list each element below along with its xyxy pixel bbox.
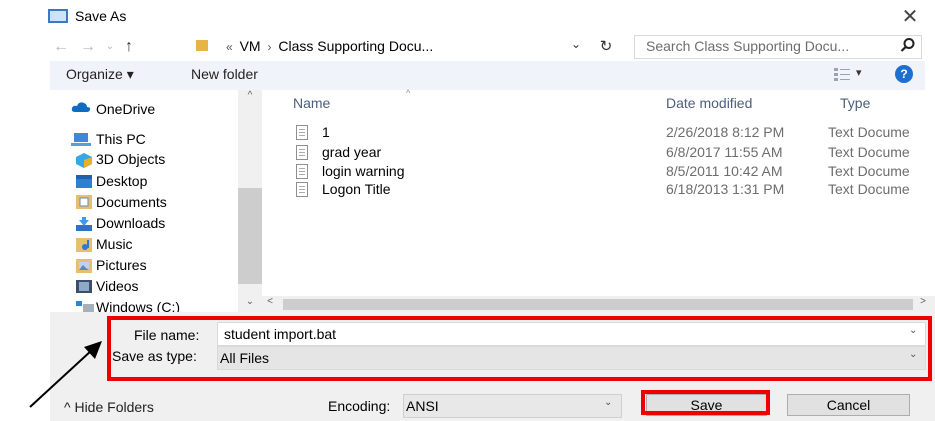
recent-locations-icon[interactable]: ⌄ [103,34,117,60]
onedrive-icon [71,102,91,112]
file-date: 8/5/2011 10:42 AM [666,163,783,179]
file-name: grad year [322,144,382,160]
sidebar-scrollbar-thumb[interactable] [238,188,262,284]
text-file-icon [296,145,308,160]
breadcrumb: « VM › Class Supporting Docu... [226,38,436,54]
sidebar-item-music[interactable]: Music [96,236,133,252]
file-date: 2/26/2018 8:12 PM [666,124,785,140]
folder-icon [196,40,208,51]
column-header-name[interactable]: Name [293,95,330,111]
sidebar-scroll-down-icon[interactable]: ⌄ [238,296,262,312]
file-type: Text Docume [828,144,910,160]
search-icon[interactable] [900,37,916,53]
window-title: Save As [75,8,127,24]
sidebar-item-desktop[interactable]: Desktop [96,173,147,189]
objects-3d-icon [76,153,92,168]
sidebar-item-pictures[interactable]: Pictures [96,257,147,273]
text-file-icon [296,125,308,140]
column-header-date-modified[interactable]: Date modified [666,95,752,111]
breadcrumb-item-class-supporting[interactable]: Class Supporting Docu... [278,38,433,54]
file-row[interactable]: Logon Title 6/18/2013 1:31 PM Text Docum… [296,181,926,201]
text-file-icon [296,164,308,179]
annotation-arrow-icon [29,341,102,408]
breadcrumb-overflow[interactable]: « [226,40,233,54]
encoding-select[interactable]: ANSI [403,394,622,418]
pictures-icon [76,259,92,273]
sidebar-item-downloads[interactable]: Downloads [96,215,165,231]
fields-highlight-box [107,316,932,381]
new-folder-button[interactable]: New folder [191,66,258,82]
sidebar-item-videos[interactable]: Videos [96,278,139,294]
pc-icon [71,133,91,146]
horizontal-scrollbar-thumb[interactable] [283,299,913,310]
file-date: 6/8/2017 11:55 AM [666,144,783,160]
file-row[interactable]: grad year 6/8/2017 11:55 AM Text Docume [296,144,926,164]
sidebar-item-windows-c[interactable]: Windows (C:) [96,299,180,312]
file-type: Text Docume [828,124,910,140]
desktop-icon [76,175,92,188]
up-arrow-icon[interactable]: ↑ [120,34,138,60]
text-file-icon [296,182,308,197]
encoding-dropdown-icon[interactable]: ⌄ [604,397,612,408]
file-type: Text Docume [828,181,910,197]
help-icon[interactable]: ? [895,65,913,83]
encoding-label: Encoding: [328,398,391,414]
save-highlight-box [641,390,770,415]
file-name: login warning [322,163,405,179]
downloads-icon [76,217,92,231]
breadcrumb-item-vm[interactable]: VM [240,38,261,54]
file-type: Text Docume [828,163,910,179]
file-name: 1 [322,124,330,140]
cancel-button[interactable]: Cancel [787,394,910,416]
sort-ascending-icon: ^ [406,88,411,98]
view-dropdown-icon[interactable]: ▾ [856,66,862,79]
refresh-icon[interactable]: ↻ [595,35,617,59]
command-toolbar [50,61,925,90]
file-date: 6/18/2013 1:31 PM [666,181,785,197]
scroll-right-icon[interactable]: > [915,296,931,312]
scroll-left-icon[interactable]: < [262,296,278,312]
address-dropdown-icon[interactable]: ⌄ [571,37,581,51]
organize-button[interactable]: Organize ▾ [66,66,134,83]
file-row[interactable]: 1 2/26/2018 8:12 PM Text Docume [296,124,926,144]
sidebar-scroll-up-icon[interactable]: ^ [238,90,262,106]
sidebar-item-3d-objects[interactable]: 3D Objects [96,151,165,167]
music-icon [76,238,92,252]
videos-icon [76,280,92,293]
close-button[interactable]: ✕ [895,4,925,30]
column-header-type[interactable]: Type [840,95,870,111]
file-row[interactable]: login warning 8/5/2011 10:42 AM Text Doc… [296,163,926,183]
view-options-icon[interactable] [834,67,852,81]
sidebar-item-documents[interactable]: Documents [96,194,167,210]
save-as-window-icon [48,9,68,23]
forward-arrow-icon[interactable]: → [79,34,97,60]
drive-icon [76,301,94,312]
documents-icon [76,195,92,209]
breadcrumb-separator-icon: › [267,40,272,54]
search-placeholder: Search Class Supporting Docu... [646,38,850,54]
navigation-pane: OneDrive This PC 3D Objects Desktop Docu… [50,90,262,312]
back-arrow-icon[interactable]: ← [52,34,70,60]
sidebar-item-onedrive[interactable]: OneDrive [96,101,155,117]
title-bar [0,0,935,34]
file-name: Logon Title [322,181,391,197]
sidebar-item-this-pc[interactable]: This PC [96,131,146,147]
